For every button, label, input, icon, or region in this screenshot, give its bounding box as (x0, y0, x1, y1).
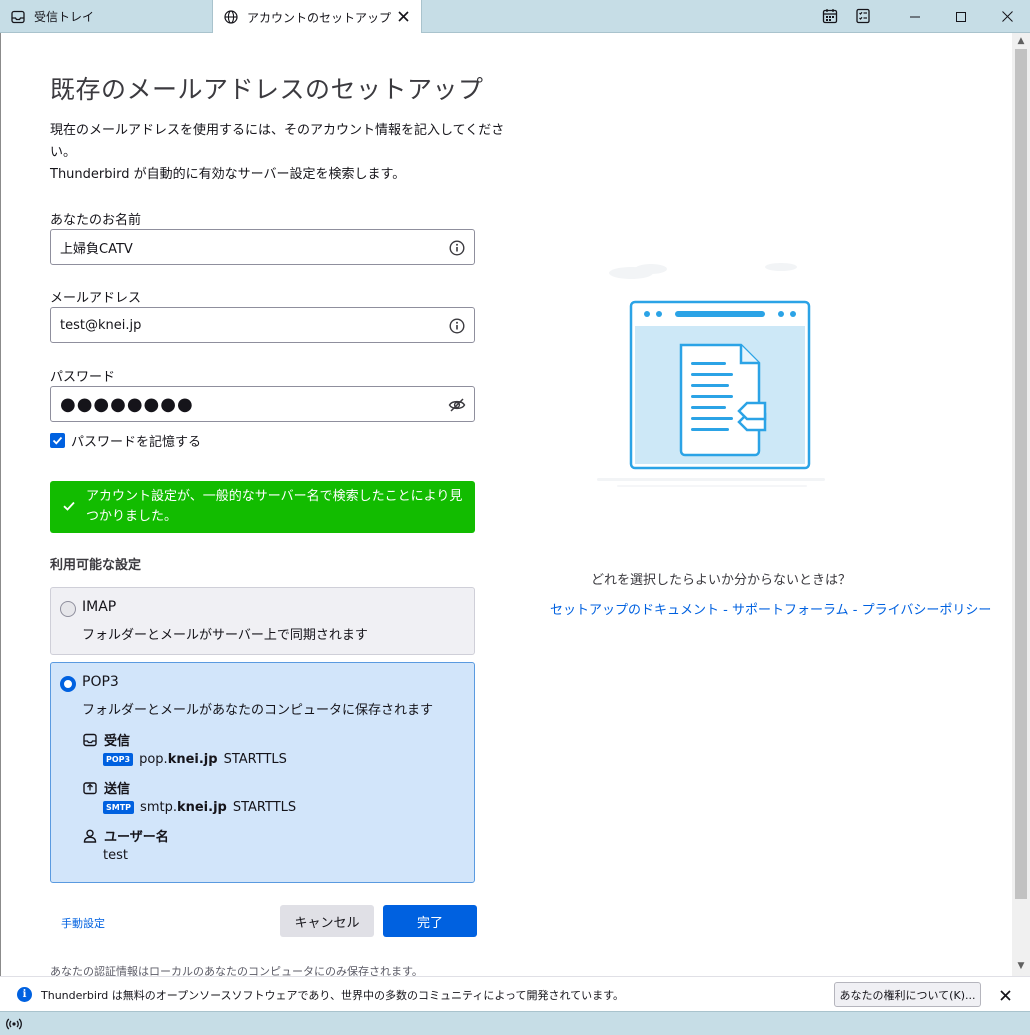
remember-password-checkbox[interactable] (50, 433, 65, 448)
cancel-button[interactable]: キャンセル (280, 905, 374, 937)
scroll-thumb[interactable] (1015, 49, 1027, 899)
scroll-down-icon[interactable]: ▼ (1016, 961, 1026, 971)
tab-bar: 受信トレイ アカウントのセットアップ (0, 0, 1030, 34)
outgoing-server-value: SMTP smtp. knei.jp STARTTLS (103, 800, 296, 815)
help-links: セットアップのドキュメント - サポートフォーラム - プライバシーポリシー (550, 599, 991, 618)
username-label: ユーザー名 (104, 830, 169, 845)
user-icon (82, 828, 97, 843)
close-window-button[interactable] (984, 0, 1030, 33)
notification-bar: i Thunderbird は無料のオープンソースソフトウェアであり、世界中の多… (0, 976, 1030, 1011)
incoming-security: STARTTLS (223, 752, 287, 767)
minimize-button[interactable] (892, 0, 938, 33)
username-row: ユーザー名 (82, 826, 169, 845)
close-notification-icon[interactable] (996, 986, 1014, 1004)
config-option-imap[interactable]: IMAP フォルダーとメールがサーバー上で同期されます (50, 587, 475, 655)
incoming-label: 受信 (104, 734, 131, 749)
help-question: どれを選択したらよいか分からないときは？ (590, 573, 851, 588)
incoming-server-row: 受信 (82, 730, 130, 749)
check-icon (63, 501, 75, 511)
imap-radio[interactable] (60, 601, 76, 617)
calendar-icon[interactable] (821, 7, 839, 25)
support-forum-link[interactable]: サポートフォーラム (732, 603, 849, 618)
name-input[interactable] (60, 239, 430, 255)
intro-line-1: 現在のメールアドレスを使用するには、そのアカウント情報を記入してください。 (50, 123, 505, 160)
account-setup-illustration (597, 263, 825, 487)
password-label: パスワード (50, 370, 116, 385)
close-tab-icon[interactable] (395, 8, 411, 24)
tab-inbox-label: 受信トレイ (34, 10, 95, 24)
tab-account-setup-label: アカウントのセットアップ (247, 10, 392, 25)
email-input[interactable] (60, 317, 430, 333)
name-field[interactable] (50, 229, 475, 265)
done-button[interactable]: 完了 (383, 905, 477, 937)
smtp-badge: SMTP (103, 801, 135, 814)
outgoing-host-prefix: smtp. (140, 800, 177, 815)
outgoing-security: STARTTLS (232, 800, 297, 815)
pop3-radio[interactable] (60, 676, 76, 692)
email-label: メールアドレス (50, 291, 142, 306)
password-input[interactable]: ●●●●●●●● (60, 394, 194, 415)
imap-name: IMAP (82, 599, 117, 615)
inbox-icon (10, 9, 26, 25)
credentials-note: あなたの認証情報はローカルのあなたのコンピュータにのみ保存されます。 (50, 965, 423, 976)
config-option-pop3[interactable]: POP3 フォルダーとメールがあなたのコンピュータに保存されます 受信 POP3… (50, 662, 475, 883)
manual-config-link[interactable]: 手動設定 (61, 915, 105, 931)
account-setup-page: 既存のメールアドレスのセットアップ 現在のメールアドレスを使用するには、そのアカ… (0, 33, 1012, 976)
outgoing-server-row: 送信 (82, 778, 130, 797)
privacy-policy-link[interactable]: プライバシーポリシー (862, 603, 992, 618)
link-separator: - (848, 603, 862, 618)
info-icon[interactable] (448, 317, 466, 335)
intro-line-2: Thunderbird が自動的に有効なサーバー設定を検索します。 (50, 167, 406, 182)
tab-inbox[interactable]: 受信トレイ (0, 0, 212, 33)
remember-password-label: パスワードを記憶する (71, 435, 202, 450)
setup-docs-link[interactable]: セットアップのドキュメント (550, 603, 719, 618)
info-icon[interactable] (448, 239, 466, 257)
pop3-badge: POP3 (103, 753, 134, 766)
info-icon: i (17, 987, 32, 1002)
available-configs-title: 利用可能な設定 (50, 558, 142, 573)
incoming-host-prefix: pop. (139, 752, 168, 767)
outgoing-label: 送信 (104, 782, 131, 797)
your-rights-button[interactable]: あなたの権利について(K)... (834, 982, 981, 1007)
page-title: 既存のメールアドレスのセットアップ (50, 75, 484, 104)
outgoing-host-domain: knei.jp (176, 800, 227, 815)
checkmark-icon (52, 436, 63, 445)
notification-text: Thunderbird は無料のオープンソースソフトウェアであり、世界中の多数の… (41, 989, 625, 1002)
status-bar (0, 1011, 1030, 1035)
tasks-icon[interactable] (854, 7, 872, 25)
link-separator: - (719, 603, 732, 618)
inbox-icon (82, 732, 97, 747)
remember-password[interactable]: パスワードを記憶する (50, 431, 201, 450)
globe-icon (223, 9, 239, 25)
username-value: test (103, 848, 128, 863)
pop3-description: フォルダーとメールがあなたのコンピュータに保存されます (82, 703, 434, 718)
imap-description: フォルダーとメールがサーバー上で同期されます (82, 628, 368, 643)
incoming-host-domain: knei.jp (167, 752, 218, 767)
eye-slash-icon[interactable] (448, 396, 466, 414)
success-notification: アカウント設定が、一般的なサーバー名で検索したことにより見つかりました。 (50, 481, 475, 533)
pop3-name: POP3 (82, 674, 119, 690)
intro-text: 現在のメールアドレスを使用するには、そのアカウント情報を記入してください。 Th… (50, 120, 530, 186)
name-label: あなたのお名前 (50, 213, 142, 228)
scroll-up-icon[interactable]: ▲ (1016, 36, 1026, 46)
email-field[interactable] (50, 307, 475, 343)
success-message: アカウント設定が、一般的なサーバー名で検索したことにより見つかりました。 (86, 489, 463, 524)
tab-account-setup[interactable]: アカウントのセットアップ (212, 0, 422, 34)
maximize-button[interactable] (938, 0, 984, 33)
outbox-icon (82, 780, 97, 795)
online-status-icon[interactable] (6, 1017, 22, 1031)
password-field[interactable]: ●●●●●●●● (50, 386, 475, 422)
incoming-server-value: POP3 pop. knei.jp STARTTLS (103, 752, 287, 767)
vertical-scrollbar[interactable]: ▲ ▼ (1012, 33, 1030, 976)
